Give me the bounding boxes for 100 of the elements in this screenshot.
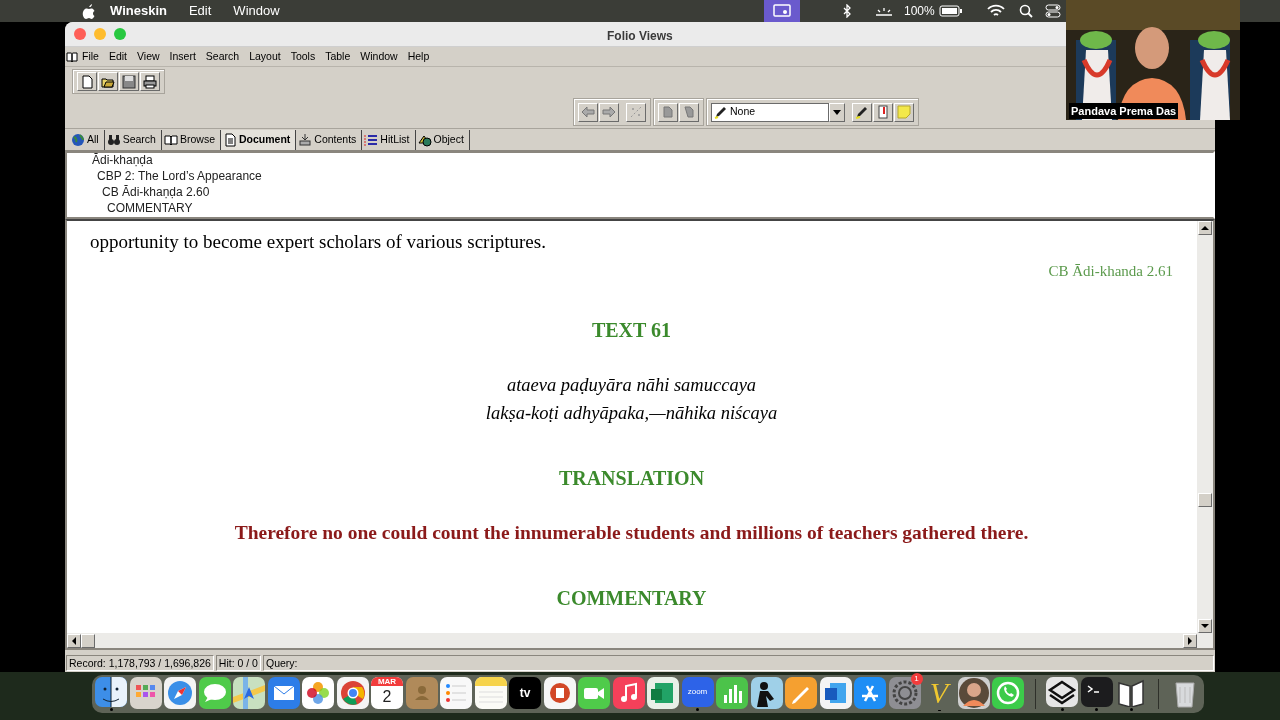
battery-percent: 100%	[904, 3, 935, 20]
outline-item[interactable]: CB Ādi-khaṇḍa 2.60	[92, 184, 262, 200]
envelope-icon[interactable]	[267, 677, 300, 709]
bluetooth-icon[interactable]	[842, 4, 852, 18]
page-button[interactable]	[658, 102, 678, 122]
new-file-button[interactable]	[77, 72, 97, 91]
calendar-icon[interactable]: MAR 2	[371, 677, 403, 709]
print-button[interactable]	[140, 72, 160, 91]
verse-reference: CB Ādi-khanda 2.61	[1048, 262, 1173, 281]
page-corner-button[interactable]	[679, 102, 699, 122]
app-grid-icon[interactable]	[129, 677, 162, 709]
control-center-icon[interactable]	[1044, 4, 1063, 18]
scroll-thumb[interactable]	[81, 633, 95, 648]
scroll-down-button[interactable]	[1198, 619, 1212, 633]
translation-text: Therefore no one could count the innumerable students and millions of teachers gathered there.	[234, 520, 1029, 545]
menu-item[interactable]: Search	[205, 48, 240, 65]
view-tab[interactable]: Object	[415, 130, 470, 150]
open-folder-button[interactable]	[98, 72, 118, 91]
section-heading: TRANSLATION	[558, 465, 705, 491]
menu-item[interactable]: Help	[407, 48, 430, 65]
outline-item[interactable]: COMMENTARY	[92, 200, 262, 216]
menu-item[interactable]: Table	[325, 48, 351, 65]
horizontal-scrollbar[interactable]	[67, 633, 1213, 648]
bar-chart-icon[interactable]	[716, 677, 748, 709]
outline-item[interactable]: Ādi-khaṇḍa	[92, 153, 262, 168]
meeting-app-icon[interactable]: zoom	[681, 677, 714, 708]
layered-cube-icon[interactable]	[1046, 677, 1078, 708]
menu-item[interactable]: Edit	[188, 1, 212, 21]
style-dropdown[interactable]: None	[711, 102, 829, 122]
person-avatar-icon[interactable]	[957, 677, 990, 709]
scroll-left-button[interactable]	[67, 633, 81, 648]
wheel-icon[interactable]	[336, 677, 369, 709]
view-tab[interactable]: Document	[220, 130, 297, 150]
scroll-up-button[interactable]	[1198, 221, 1212, 235]
note-flag-button[interactable]	[873, 102, 893, 122]
caret-icon	[833, 109, 841, 115]
outline-item[interactable]: CBP 2: The Lord’s Appearance	[92, 168, 262, 184]
document-icon[interactable]	[819, 677, 852, 709]
menu-item[interactable]: Edit	[108, 48, 127, 65]
flower-icon[interactable]	[302, 677, 334, 709]
status-record: Record: 1,178,793 / 1,696,826	[66, 655, 214, 671]
reading-figure-icon[interactable]	[750, 677, 783, 709]
video-camera-icon[interactable]	[578, 677, 610, 709]
gear-icon[interactable]	[888, 677, 921, 709]
app-menu[interactable]: Wineskin	[110, 1, 167, 21]
close-button[interactable]	[74, 28, 86, 40]
menu-item[interactable]: File	[82, 48, 99, 65]
sticky-note-button[interactable]	[894, 102, 914, 122]
menu-item[interactable]: Insert	[169, 48, 196, 65]
view-tab[interactable]: HitList	[362, 130, 416, 150]
binoculars-icon	[106, 133, 121, 147]
speech-bubble-icon[interactable]	[198, 677, 231, 709]
view-tab[interactable]: Contents	[296, 130, 363, 150]
new-file-icon	[80, 74, 94, 89]
menu-item[interactable]: Window	[360, 48, 398, 65]
presentation-icon[interactable]	[543, 677, 576, 709]
phone-bubble-icon[interactable]	[992, 677, 1024, 709]
scroll-thumb[interactable]	[1198, 493, 1212, 507]
face-icon[interactable]	[95, 677, 127, 708]
save-icon	[122, 74, 136, 89]
status-hits: Hit: 0 / 0	[215, 655, 261, 671]
save-button[interactable]	[119, 72, 139, 91]
scatter-button[interactable]	[626, 102, 646, 122]
section-heading: COMMENTARY	[556, 585, 707, 611]
view-tab[interactable]: All	[69, 130, 105, 150]
open-book-icon	[163, 133, 178, 147]
menu-item[interactable]: View	[137, 48, 160, 65]
apple-icon[interactable]	[82, 3, 96, 19]
app-store-icon[interactable]	[854, 677, 886, 709]
menu-item[interactable]: Tools	[290, 48, 316, 65]
pen-icon[interactable]	[785, 677, 817, 709]
verse-line: ataeva paḍuyāra nāhi samuccaya	[506, 373, 757, 397]
terminal-icon[interactable]	[1080, 677, 1113, 708]
highlighter-button[interactable]	[852, 102, 872, 122]
map-icon[interactable]	[233, 677, 265, 709]
checklist-icon[interactable]	[440, 677, 472, 709]
view-tab[interactable]: Browse	[161, 130, 221, 150]
scroll-right-button[interactable]	[1183, 633, 1197, 648]
sticky-note-icon	[897, 105, 911, 119]
brightness-icon[interactable]	[874, 5, 894, 17]
tv-app-icon[interactable]: tv	[509, 677, 541, 709]
dropdown-arrow-button[interactable]	[829, 102, 845, 122]
back-button[interactable]	[578, 102, 598, 122]
notepad-icon[interactable]	[474, 677, 507, 709]
screen-share-icon[interactable]	[764, 0, 800, 22]
wifi-icon[interactable]	[986, 4, 1005, 18]
note-flag-icon	[876, 105, 890, 119]
music-note-icon[interactable]	[612, 677, 645, 709]
menu-item[interactable]: Layout	[249, 48, 281, 65]
open-book-icon[interactable]	[1115, 677, 1147, 708]
search-icon[interactable]	[1018, 4, 1033, 18]
book-icon[interactable]	[66, 50, 78, 63]
menu-item[interactable]: Window	[233, 1, 280, 21]
battery-icon[interactable]	[938, 5, 963, 17]
spreadsheet-icon[interactable]	[647, 677, 679, 709]
compass-icon[interactable]	[164, 677, 196, 709]
forward-button[interactable]	[599, 102, 619, 122]
vertical-scrollbar[interactable]	[1197, 221, 1213, 633]
arrow-icon	[1201, 224, 1209, 232]
highlighter-icon	[855, 105, 869, 119]
